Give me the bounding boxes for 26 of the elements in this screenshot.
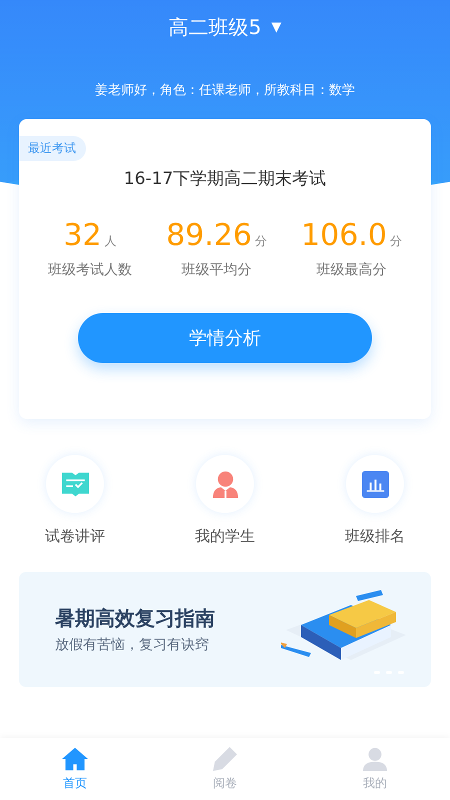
recent-exam-tag: 最近考试 (19, 136, 86, 161)
person-icon (212, 470, 238, 498)
shortcut-label: 班级排名 (345, 527, 405, 546)
nav-tab[interactable]: 阅卷 (150, 738, 300, 800)
analysis-button[interactable]: 学情分析 (78, 313, 372, 363)
person-icon (362, 746, 388, 770)
nav-tab[interactable]: 我的 (300, 738, 450, 800)
banner[interactable]: 暑期高效复习指南 放假有苦恼，复习有诀窍 (19, 572, 431, 687)
shortcut-label: 试卷讲评 (45, 527, 105, 546)
stat-value: 106.0 分 (301, 218, 402, 253)
greeting-text: 姜老师好，角色：任课老师，所教科目：数学 (95, 82, 355, 99)
stat-label: 班级考试人数 (48, 261, 132, 279)
banner-subtitle: 放假有苦恼，复习有诀窍 (55, 636, 210, 654)
stat-value: 89.26 分 (166, 218, 267, 253)
stat-label: 班级平均分 (182, 261, 252, 279)
shortcut-label: 我的学生 (195, 527, 255, 546)
nav-tab[interactable]: 首页 (0, 738, 150, 800)
bar-chart-icon (362, 470, 388, 498)
class-selector[interactable]: 高二班级5 ▼ (164, 12, 286, 43)
exam-title: 16-17下学期高二期末考试 (124, 168, 326, 190)
home-icon (62, 746, 88, 770)
stat-value: 32 人 (63, 218, 117, 253)
pencil-icon (212, 746, 238, 770)
banner-title: 暑期高效复习指南 (55, 605, 215, 632)
stat-label: 班级最高分 (316, 261, 386, 279)
paper-check-icon (62, 470, 88, 498)
